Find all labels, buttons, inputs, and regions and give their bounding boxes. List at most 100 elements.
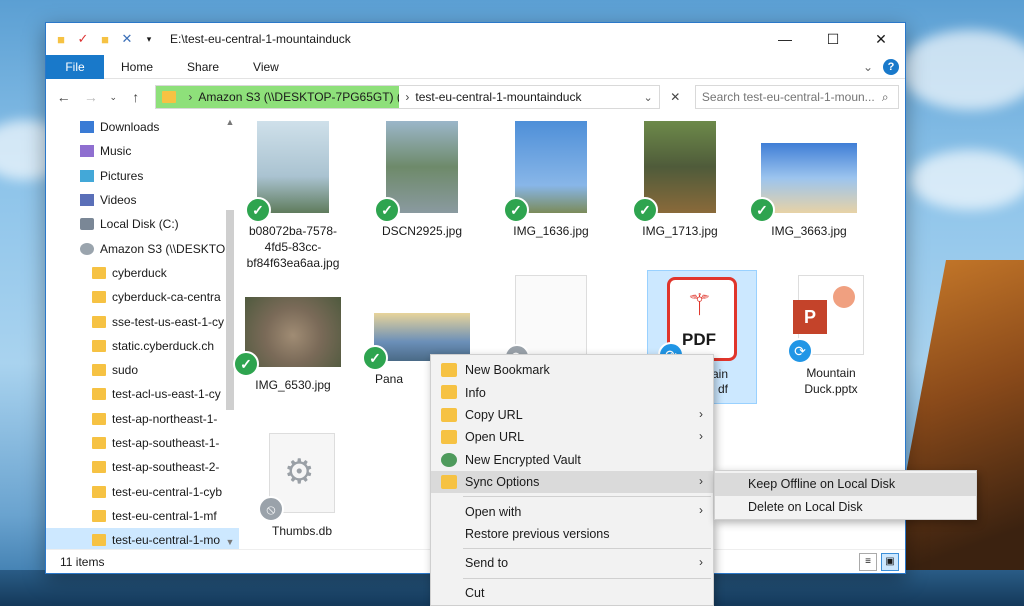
file-tile[interactable]: ⚙ ⦸ Thumbs.db: [247, 433, 357, 539]
nav-item-folder[interactable]: sse-test-us-east-1-cy: [46, 309, 239, 333]
properties-icon[interactable]: ✓: [74, 30, 92, 48]
mountain-duck-icon: [441, 430, 457, 445]
nav-item-folder[interactable]: test-ap-southeast-1-: [46, 431, 239, 455]
scroll-up-icon[interactable]: ▲: [223, 117, 237, 127]
breadcrumb-root[interactable]: › Amazon S3 (\\DESKTOP-7PG65GT) (...: [156, 86, 400, 108]
nav-item-folder[interactable]: test-eu-central-1-mf: [46, 504, 239, 528]
nav-item-label: test-ap-northeast-1-: [112, 411, 218, 426]
search-box[interactable]: ⌕: [694, 85, 899, 109]
forward-button[interactable]: →: [79, 85, 102, 109]
menu-item-new-bookmark[interactable]: New Bookmark: [431, 359, 713, 381]
close-button[interactable]: ✕: [857, 23, 905, 55]
nav-item-label: Pictures: [100, 168, 144, 183]
menu-item-label: Info: [465, 385, 486, 400]
folder-icon: [92, 364, 106, 377]
file-tile[interactable]: ✓ DSCN2925.jpg: [367, 121, 477, 239]
nav-item-label: test-ap-southeast-2-: [112, 460, 220, 475]
recent-locations-icon[interactable]: ⌄: [107, 85, 121, 109]
pdf-label: PDF: [682, 330, 716, 349]
nav-item-folder[interactable]: cyberduck: [46, 261, 239, 285]
item-count: 11 items: [60, 554, 105, 569]
nav-item-label: Amazon S3 (\\DESKTOP: [100, 241, 234, 256]
synced-check-icon: ✓: [374, 197, 400, 223]
nav-item-label: cyberduck-ca-centra: [112, 290, 221, 305]
menu-item-copy-url[interactable]: Copy URL ›: [431, 404, 713, 426]
breadcrumb-current[interactable]: test-eu-central-1-mountainduck: [415, 90, 581, 104]
maximize-button[interactable]: ☐: [809, 23, 857, 55]
nav-item-videos[interactable]: Videos: [46, 188, 239, 212]
menu-item-keep-offline[interactable]: Keep Offline on Local Disk: [715, 473, 976, 496]
nav-item-label: Music: [100, 144, 132, 159]
search-input[interactable]: [701, 90, 882, 104]
menu-item-restore-previous-versions[interactable]: Restore previous versions: [431, 523, 713, 545]
nav-item-music[interactable]: Music: [46, 139, 239, 163]
nav-item-label: test-eu-central-1-mf: [112, 508, 217, 523]
folder-icon: [92, 388, 106, 401]
expand-ribbon-icon[interactable]: ⌄: [863, 60, 873, 74]
scroll-thumb[interactable]: [226, 210, 234, 410]
file-tile[interactable]: P ⟳ Mountain Duck.pptx: [776, 275, 886, 397]
file-tile[interactable]: ⟳: [496, 275, 606, 370]
ribbon: File Home Share View ⌄ ?: [46, 54, 905, 79]
nav-item-folder[interactable]: test-eu-central-1-cyb: [46, 479, 239, 503]
tab-share[interactable]: Share: [170, 55, 236, 79]
file-name: DSCN2925.jpg: [381, 224, 463, 238]
file-tile[interactable]: ✓ IMG_1713.jpg: [625, 121, 735, 239]
menu-item-cut[interactable]: Cut: [431, 582, 713, 604]
file-tile[interactable]: ✓ IMG_3663.jpg: [749, 121, 864, 239]
disk-icon: [80, 218, 94, 231]
tab-home[interactable]: Home: [104, 55, 170, 79]
file-tile[interactable]: ✓ IMG_1636.jpg: [496, 121, 606, 239]
nav-item-amazon-s3[interactable]: Amazon S3 (\\DESKTOP: [46, 236, 239, 260]
nav-item-folder[interactable]: sudo: [46, 358, 239, 382]
new-folder-icon[interactable]: ■: [96, 30, 114, 48]
tab-view[interactable]: View: [236, 55, 296, 79]
nav-item-label: test-ap-southeast-1-: [112, 436, 220, 450]
menu-item-open-url[interactable]: Open URL ›: [431, 426, 713, 448]
nav-item-folder[interactable]: cyberduck-ca-centra: [46, 285, 239, 309]
nav-item-folder-selected[interactable]: test-eu-central-1-mo: [46, 528, 239, 549]
up-button[interactable]: ↑: [124, 85, 147, 109]
search-icon[interactable]: ⌕: [882, 90, 889, 105]
folder-icon: [92, 461, 106, 474]
nav-item-local-disk[interactable]: Local Disk (C:): [46, 212, 239, 236]
synced-check-icon: ✓: [233, 351, 259, 377]
menu-item-delete-on-local-disk[interactable]: Delete on Local Disk: [715, 496, 976, 519]
quick-access-dropdown-icon[interactable]: ▾: [140, 30, 158, 48]
address-row: ← → ⌄ ↑ › Amazon S3 (\\DESKTOP-7PG65GT) …: [46, 79, 905, 115]
nav-item-pictures[interactable]: Pictures: [46, 164, 239, 188]
menu-item-sync-options[interactable]: Sync Options ›: [431, 470, 713, 494]
nav-item-folder[interactable]: test-acl-us-east-1-cy: [46, 382, 239, 406]
nav-item-label: Local Disk (C:): [100, 217, 179, 232]
menu-item-info[interactable]: Info: [431, 381, 713, 403]
nav-item-downloads[interactable]: Downloads: [46, 115, 239, 139]
large-icons-view-icon[interactable]: ▣: [881, 552, 899, 571]
nav-item-folder[interactable]: test-ap-northeast-1-: [46, 407, 239, 431]
file-thumbnail: ✓: [749, 143, 857, 223]
synced-check-icon: ✓: [362, 345, 388, 371]
breadcrumb-separator-icon[interactable]: ›: [399, 90, 415, 104]
help-icon[interactable]: ?: [883, 58, 899, 75]
nav-scrollbar[interactable]: ▲ ▼: [223, 115, 237, 549]
scroll-down-icon[interactable]: ▼: [223, 537, 237, 547]
file-name-part: ain: [711, 367, 728, 381]
address-bar[interactable]: › Amazon S3 (\\DESKTOP-7PG65GT) (... › t…: [155, 85, 660, 109]
submenu-arrow-icon: ›: [699, 503, 703, 518]
details-view-icon[interactable]: ≡: [859, 552, 877, 571]
delete-icon[interactable]: ✕: [118, 30, 136, 48]
file-tile[interactable]: ✓ b08072ba-7578-4fd5-83cc-bf84f63ea6aa.j…: [238, 121, 348, 271]
address-dropdown-icon[interactable]: ⌄: [643, 91, 652, 104]
menu-item-send-to[interactable]: Send to ›: [431, 552, 713, 574]
menu-item-new-encrypted-vault[interactable]: New Encrypted Vault: [431, 449, 713, 471]
menu-item-open-with[interactable]: Open with ›: [431, 500, 713, 522]
minimize-button[interactable]: —: [761, 23, 809, 55]
downloads-icon: [80, 121, 94, 134]
clear-address-icon[interactable]: ✕: [664, 85, 687, 109]
nav-item-folder[interactable]: test-ap-southeast-2-: [46, 455, 239, 479]
file-tile[interactable]: ✓ IMG_6530.jpg: [233, 293, 348, 393]
tab-file[interactable]: File: [46, 54, 104, 79]
synced-check-icon: ✓: [632, 197, 658, 223]
back-button[interactable]: ←: [52, 85, 75, 109]
nav-item-folder[interactable]: static.cyberduck.ch: [46, 334, 239, 358]
breadcrumb-separator-icon[interactable]: ›: [188, 90, 192, 104]
